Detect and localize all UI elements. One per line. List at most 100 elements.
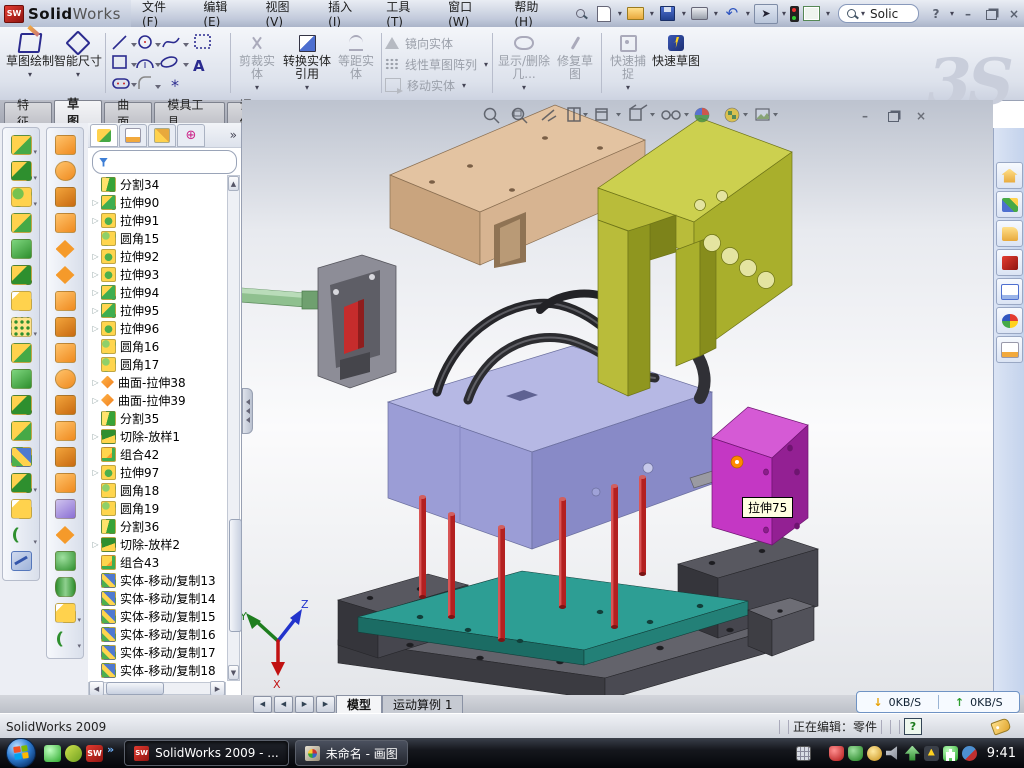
toolbar-button[interactable]: ▾	[47, 236, 83, 262]
restore-button[interactable]	[981, 6, 1001, 22]
text-tool-icon[interactable]: A	[193, 57, 205, 75]
model-tab[interactable]: 模型	[336, 695, 382, 713]
tree-item[interactable]: ▷ 曲面-拉伸38	[88, 373, 226, 391]
tree-item[interactable]: ▷ 拉伸97	[88, 463, 226, 481]
expand-arrow-icon[interactable]: ▷	[90, 216, 101, 225]
menu-item[interactable]: 插入(I)	[317, 0, 375, 29]
tree-item[interactable]: ▷ 组合42	[88, 445, 226, 463]
manager-tabs-more[interactable]: »	[230, 128, 237, 142]
options-dropdown[interactable]: ▾	[826, 9, 830, 18]
doc-restore-button[interactable]	[883, 108, 903, 124]
scroll-right-icon[interactable]: ▶	[210, 681, 225, 696]
expand-arrow-icon[interactable]: ▷	[90, 306, 101, 315]
toolbar-button[interactable]: ▾	[3, 236, 39, 262]
new-document-button[interactable]	[594, 5, 614, 23]
quick-launch-messenger-icon[interactable]	[44, 745, 61, 762]
tree-item[interactable]: ▷ 拉伸94	[88, 283, 226, 301]
toolbar-button[interactable]: ▾	[47, 340, 83, 366]
volume-icon[interactable]	[886, 746, 901, 761]
undo-dropdown[interactable]: ▾	[746, 9, 750, 18]
antivirus-icon[interactable]	[848, 746, 863, 761]
smart-dimension-button[interactable]: 智能尺寸 ▾	[54, 29, 102, 96]
tree-item[interactable]: ▷ 拉伸91	[88, 211, 226, 229]
toolbar-button[interactable]: ▾	[47, 626, 83, 652]
toolbar-button[interactable]: ▾	[3, 392, 39, 418]
configuration-manager-tab[interactable]	[148, 124, 176, 147]
3d-model[interactable]: Y Z X	[242, 100, 993, 695]
property-manager-tab[interactable]	[119, 124, 147, 147]
custom-properties-button[interactable]	[996, 336, 1023, 363]
toolbar-button[interactable]: ▾	[3, 522, 39, 548]
tree-item[interactable]: ▷ 实体-移动/复制15	[88, 607, 226, 625]
menu-item[interactable]: 编辑(E)	[192, 0, 254, 29]
tree-item[interactable]: ▷ 组合43	[88, 553, 226, 571]
tree-item[interactable]: ▷ 拉伸93	[88, 265, 226, 283]
expand-arrow-icon[interactable]: ▷	[90, 396, 101, 405]
doc-close-button[interactable]: ×	[911, 108, 931, 124]
tree-item[interactable]: ▷ 实体-移动/复制17	[88, 643, 226, 661]
ribbon-tab[interactable]: 模具工具	[154, 102, 224, 123]
upload-status-icon[interactable]	[905, 746, 920, 761]
tree-item[interactable]: ▷ 实体-移动/复制13	[88, 571, 226, 589]
toolbar-button[interactable]: ▾	[3, 418, 39, 444]
toolbar-button[interactable]: ▾	[3, 158, 39, 184]
toolbar-button[interactable]: ▾	[47, 210, 83, 236]
save-button[interactable]	[658, 5, 678, 23]
undo-button[interactable]: ↶	[722, 5, 742, 23]
select-tool-button[interactable]: ➤	[754, 4, 778, 24]
toolbar-button[interactable]: ▾	[3, 470, 39, 496]
options-button[interactable]	[802, 5, 822, 23]
menu-item[interactable]: 工具(T)	[375, 0, 437, 29]
resources-button[interactable]	[996, 162, 1023, 189]
tree-item[interactable]: ▷ 圆角16	[88, 337, 226, 355]
sketch-dropdown[interactable]: ▾	[28, 68, 32, 81]
toolbar-button[interactable]: ▾	[3, 340, 39, 366]
toolbox-button[interactable]	[996, 249, 1023, 276]
extrude75-body[interactable]	[712, 407, 808, 545]
close-button[interactable]: ×	[1004, 6, 1024, 22]
quick-launch-app-icon[interactable]	[65, 745, 82, 762]
prev-tab-button[interactable]: ◀	[274, 696, 293, 713]
expand-arrow-icon[interactable]: ▷	[90, 198, 101, 207]
tree-item[interactable]: ▷ 分割34	[88, 175, 226, 193]
first-tab-button[interactable]: ◀	[253, 696, 272, 713]
expand-arrow-icon[interactable]: ▷	[90, 378, 101, 387]
tree-item[interactable]: ▷ 拉伸90	[88, 193, 226, 211]
help-button[interactable]: ?	[926, 6, 946, 22]
toolbar-button[interactable]: ▾	[47, 574, 83, 600]
motion-study-tab[interactable]: 运动算例 1	[382, 695, 463, 713]
heads-up-view-toolbar[interactable]	[480, 104, 780, 128]
tree-item[interactable]: ▷ 分割36	[88, 517, 226, 535]
start-button[interactable]	[6, 738, 36, 768]
toolbar-button[interactable]: ▾	[47, 470, 83, 496]
dimxpert-manager-tab[interactable]: ⊕	[177, 124, 205, 147]
feature-manager-tab[interactable]	[90, 124, 118, 147]
toolbar-button[interactable]: ▾	[3, 184, 39, 210]
toolbar-button[interactable]: ▾	[47, 158, 83, 184]
security-alert-icon[interactable]	[829, 746, 844, 761]
taskbar-clock[interactable]: 9:41	[987, 746, 1016, 761]
tree-item[interactable]: ▷ 切除-放样2	[88, 535, 226, 553]
ribbon-tab[interactable]: 草图	[54, 100, 102, 123]
scrollbar-thumb[interactable]	[229, 519, 242, 632]
rebuild-icon[interactable]	[790, 6, 799, 22]
quick-launch-solidworks-icon[interactable]: SW	[86, 745, 103, 762]
file-explorer-button[interactable]	[996, 220, 1023, 247]
toolbar-button[interactable]: ▾	[47, 418, 83, 444]
menu-item[interactable]: 窗口(W)	[437, 0, 503, 29]
appearances-button[interactable]	[996, 307, 1023, 334]
network-speed-widget[interactable]: ↓0KB/S ↑0KB/S	[856, 691, 1020, 713]
keyboard-layout-icon[interactable]	[796, 746, 811, 761]
messenger-icon[interactable]	[962, 746, 977, 761]
new-dropdown[interactable]: ▾	[618, 9, 622, 18]
toolbar-button[interactable]: ▾	[47, 522, 83, 548]
expand-arrow-icon[interactable]: ▷	[90, 252, 101, 261]
tree-item[interactable]: ▷ 实体-移动/复制14	[88, 589, 226, 607]
expand-arrow-icon[interactable]: ▷	[90, 432, 101, 441]
toolbar-button[interactable]: ▾	[47, 496, 83, 522]
pin-icon[interactable]	[571, 5, 591, 23]
tree-item[interactable]: ▷ 实体-移动/复制18	[88, 661, 226, 679]
toolbar-button[interactable]: ▾	[47, 132, 83, 158]
scroll-down-icon[interactable]: ▼	[228, 665, 239, 680]
tree-item[interactable]: ▷ 圆角19	[88, 499, 226, 517]
